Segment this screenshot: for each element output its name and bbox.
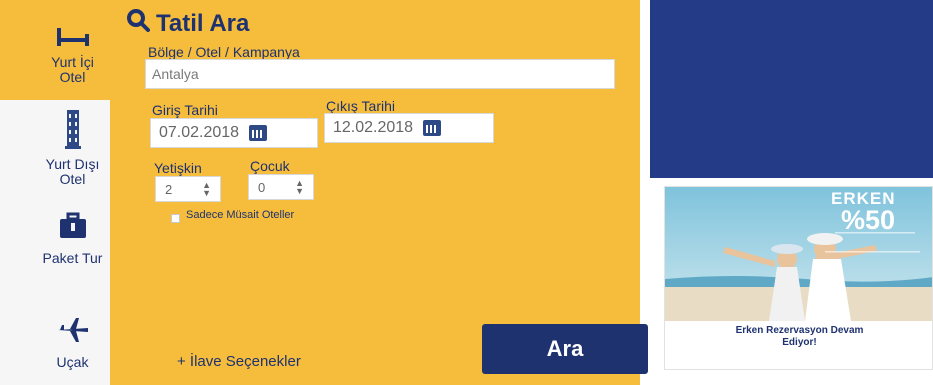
form-title: Tatil Ara bbox=[156, 9, 250, 37]
location-input[interactable]: Antalya bbox=[145, 59, 615, 89]
calendar-icon[interactable] bbox=[423, 120, 442, 136]
search-icon bbox=[126, 8, 150, 39]
checkin-date-value: 07.02.2018 bbox=[159, 124, 240, 141]
stepper-arrows-icon[interactable]: ▲ ▼ bbox=[202, 181, 211, 198]
form-header: Tatil Ara bbox=[126, 8, 249, 39]
airplane-icon bbox=[56, 316, 90, 347]
more-options-link[interactable]: + İlave Seçenekler bbox=[177, 353, 301, 370]
children-label: Çocuk bbox=[250, 158, 290, 174]
calendar-icon[interactable] bbox=[249, 125, 268, 141]
suitcase-icon bbox=[58, 212, 88, 243]
checkout-date-value: 12.02.2018 bbox=[333, 119, 414, 136]
adults-value: 2 bbox=[165, 181, 173, 197]
adults-stepper[interactable]: 2 ▲ ▼ bbox=[155, 176, 221, 202]
search-button[interactable]: Ara bbox=[482, 324, 648, 374]
available-only-label: Sadece Müsait Oteller bbox=[186, 209, 295, 221]
checkin-date-field[interactable]: 07.02.2018 bbox=[150, 118, 318, 148]
promo-caption: Erken Rezervasyon Devam Ediyor! bbox=[735, 325, 864, 348]
promo-percent: %50 bbox=[841, 205, 896, 235]
tab-label: Yurt Dışı Otel bbox=[45, 156, 100, 187]
children-stepper[interactable]: 0 ▲ ▼ bbox=[248, 174, 314, 200]
stepper-arrows-icon[interactable]: ▲ ▼ bbox=[295, 179, 304, 196]
promo-image: ERKEN %50 bbox=[665, 187, 932, 321]
tower-icon bbox=[61, 108, 85, 153]
promo-card[interactable]: ERKEN %50 Erken Rezervasyon Devam Ediyor… bbox=[664, 186, 933, 370]
children-value: 0 bbox=[258, 179, 266, 195]
checkin-label: Giriş Tarihi bbox=[152, 102, 218, 118]
checkout-label: Çıkış Tarihi bbox=[326, 98, 395, 114]
location-label: Bölge / Otel / Kampanya bbox=[148, 44, 300, 60]
available-only-checkbox[interactable] bbox=[171, 214, 180, 223]
adults-label: Yetişkin bbox=[154, 160, 202, 176]
tab-label: Uçak bbox=[56, 354, 89, 370]
bed-icon bbox=[55, 26, 91, 51]
tab-label: Yurt İçi Otel bbox=[51, 54, 94, 85]
tab-label: Paket Tur bbox=[42, 250, 103, 266]
checkout-date-field[interactable]: 12.02.2018 bbox=[324, 113, 494, 143]
top-banner[interactable] bbox=[650, 0, 933, 178]
